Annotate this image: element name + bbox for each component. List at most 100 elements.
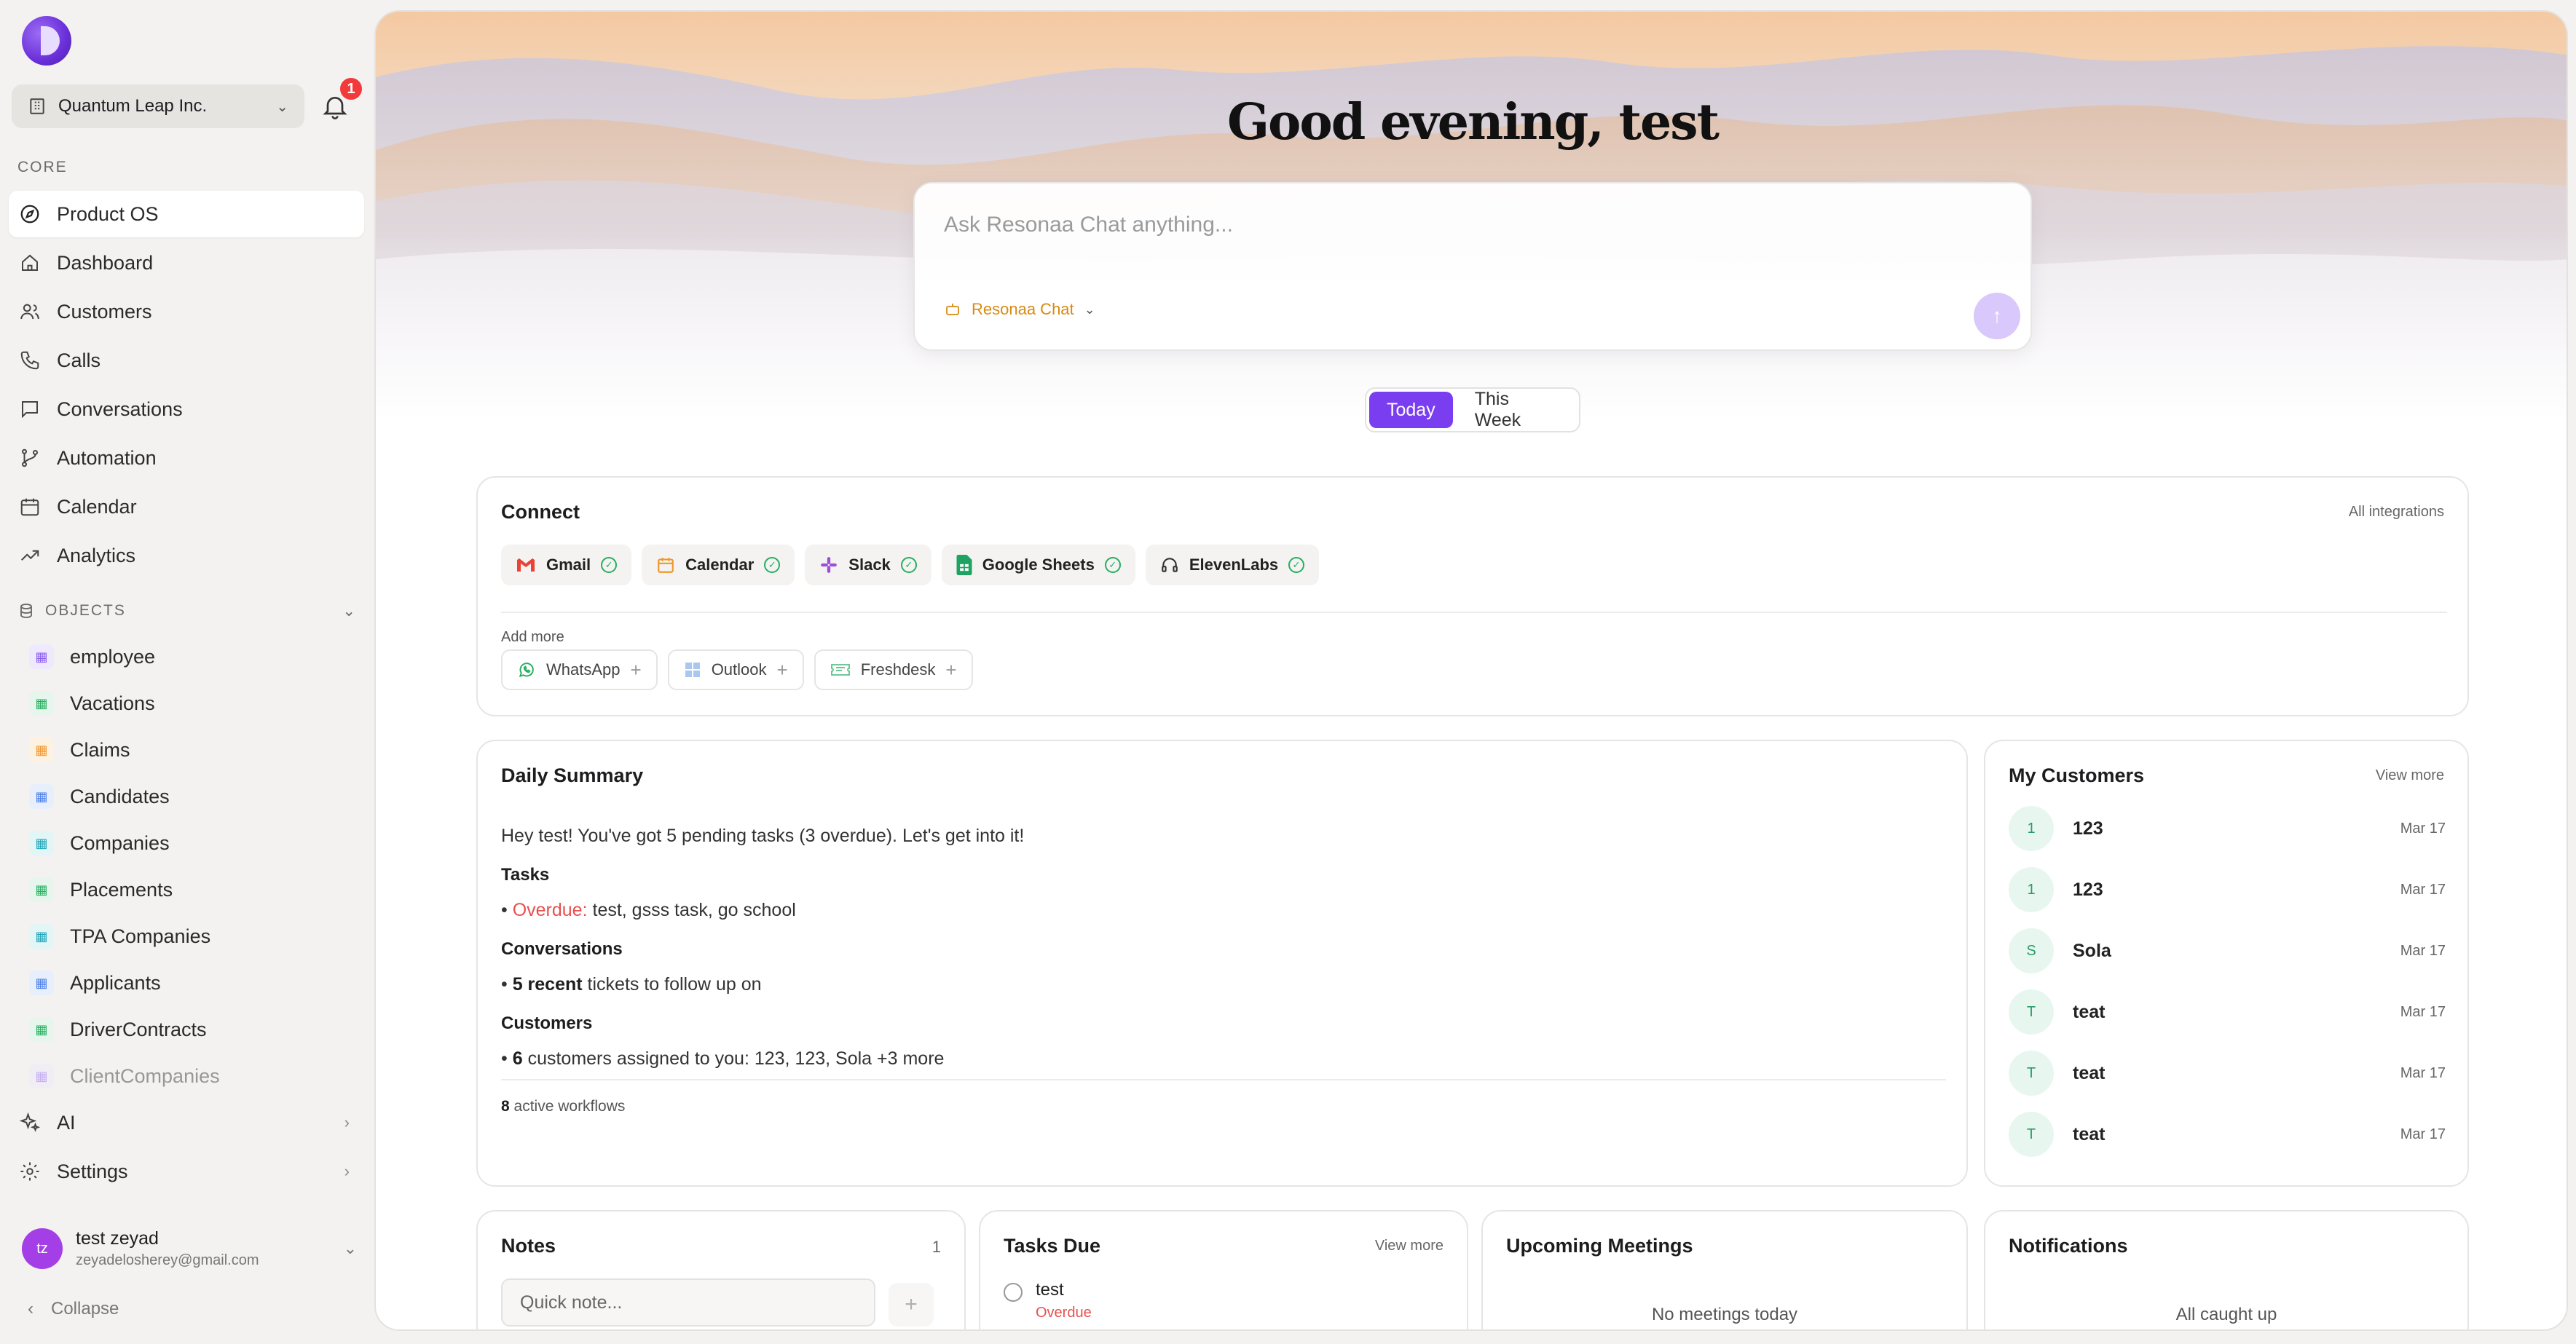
customer-row[interactable]: S Sola Mar 17	[2009, 928, 2446, 974]
object-icon: ▦	[29, 831, 54, 855]
period-week-button[interactable]: This Week	[1457, 389, 1576, 430]
object-item[interactable]: ▦ ClientCompanies	[29, 1053, 364, 1099]
customer-name: teat	[2073, 1001, 2106, 1022]
summary-conversations-line: • 5 recent tickets to follow up on	[501, 974, 762, 995]
nav-label: Analytics	[57, 544, 136, 566]
model-selector[interactable]: Resonaa Chat ⌄	[944, 300, 1095, 319]
notification-badge: 1	[338, 76, 364, 102]
ticket-icon	[830, 664, 850, 676]
notes-card: Notes 1 +	[476, 1210, 966, 1329]
nav-dashboard[interactable]: Dashboard	[9, 240, 364, 286]
object-icon: ▦	[29, 738, 54, 762]
add-note-button[interactable]: +	[889, 1283, 934, 1327]
customer-row[interactable]: 1 123 Mar 17	[2009, 805, 2446, 852]
customer-row[interactable]: Tteat Mar 17	[2009, 1111, 2446, 1158]
plus-icon: +	[776, 658, 788, 681]
tasks-due-title: Tasks Due	[1004, 1235, 1101, 1257]
object-label: employee	[70, 645, 156, 668]
object-item[interactable]: ▦ Placements	[29, 866, 364, 913]
customer-name: 123	[2073, 879, 2103, 900]
compass-icon	[20, 205, 39, 224]
customer-avatar: S	[2009, 928, 2054, 973]
object-item[interactable]: ▦ Vacations	[29, 680, 364, 727]
robot-icon	[946, 304, 959, 315]
my-customers-title: My Customers	[2009, 764, 2145, 786]
gear-icon	[20, 1162, 39, 1181]
task-item[interactable]: test Overdue	[1004, 1280, 1092, 1321]
object-item[interactable]: ▦ employee	[29, 633, 364, 680]
customer-avatar: 1	[2009, 806, 2054, 851]
nav-label: Conversations	[57, 398, 183, 420]
summary-title: Daily Summary	[501, 764, 644, 786]
nav-calls[interactable]: Calls	[9, 337, 364, 384]
summary-tasks-heading: Tasks	[501, 865, 550, 885]
app-logo[interactable]	[22, 16, 71, 66]
add-freshdesk[interactable]: Freshdesk +	[814, 649, 973, 690]
chat-icon	[22, 401, 38, 419]
integration-elevenlabs[interactable]: ElevenLabs ✓	[1145, 545, 1320, 585]
nav-label: Customers	[57, 300, 152, 323]
nav-customers[interactable]: Customers	[9, 288, 364, 335]
customer-name: Sola	[2073, 940, 2111, 961]
nav-automation[interactable]: Automation	[9, 435, 364, 481]
customer-name: teat	[2073, 1123, 2106, 1145]
integration-label: Google Sheets	[982, 556, 1095, 574]
arrow-up-icon: ↑	[1992, 304, 2002, 327]
calendar-icon	[20, 498, 39, 516]
integration-calendar[interactable]: Calendar ✓	[642, 545, 795, 585]
object-item[interactable]: ▦ Candidates	[29, 773, 364, 820]
nav-product-os[interactable]: Product OS	[9, 191, 364, 237]
customer-row[interactable]: 1 123 Mar 17	[2009, 866, 2446, 913]
user-menu[interactable]: tz test zeyad zeyadelosherey@gmail.com ⌄	[22, 1223, 357, 1274]
available-integrations: WhatsApp + Outlook + Freshdesk +	[501, 649, 973, 690]
object-item[interactable]: ▦ Claims	[29, 727, 364, 773]
add-more-label: Add more	[501, 629, 564, 645]
org-switcher[interactable]: Quantum Leap Inc. ⌄	[12, 84, 304, 128]
connected-integrations: Gmail ✓ Calendar ✓ Slack ✓ Google Sheets…	[501, 545, 1320, 585]
customer-avatar: T	[2009, 1051, 2054, 1096]
customers-view-more-link[interactable]: View more	[2376, 767, 2444, 784]
all-integrations-link[interactable]: All integrations	[2349, 504, 2444, 521]
nav-conversations[interactable]: Conversations	[9, 386, 364, 432]
add-whatsapp[interactable]: WhatsApp +	[501, 649, 658, 690]
chat-input[interactable]	[944, 213, 1891, 237]
object-item[interactable]: ▦ Applicants	[29, 960, 364, 1006]
quick-note-input[interactable]	[501, 1278, 875, 1327]
chevron-down-icon: ⌄	[1084, 301, 1095, 317]
object-icon: ▦	[29, 691, 54, 716]
collapse-button[interactable]: ‹ Collapse	[28, 1299, 119, 1319]
objects-section-toggle[interactable]: OBJECTS ⌄	[17, 598, 357, 623]
integration-google-sheets[interactable]: Google Sheets ✓	[941, 545, 1135, 585]
greeting-heading: Good evening, test	[1226, 93, 1720, 151]
add-outlook[interactable]: Outlook +	[667, 649, 804, 690]
send-button[interactable]: ↑	[1974, 293, 2020, 339]
object-label: Companies	[70, 831, 170, 854]
nav-settings[interactable]: Settings ›	[9, 1148, 364, 1195]
object-item[interactable]: ▦ TPA Companies	[29, 913, 364, 960]
customer-date: Mar 17	[2400, 1064, 2446, 1081]
summary-tasks-line: • Overdue: test, gsss task, go school	[501, 900, 796, 920]
object-item[interactable]: ▦ DriverContracts	[29, 1006, 364, 1053]
task-status: Overdue	[1036, 1305, 1092, 1321]
customer-date: Mar 17	[2400, 942, 2446, 959]
period-today-button[interactable]: Today	[1369, 392, 1453, 428]
integration-slack[interactable]: Slack ✓	[805, 545, 931, 585]
object-item[interactable]: ▦ Companies	[29, 820, 364, 866]
nav-analytics[interactable]: Analytics	[9, 532, 364, 579]
tasks-view-more-link[interactable]: View more	[1375, 1238, 1443, 1254]
nav-ai[interactable]: AI ›	[9, 1099, 364, 1146]
chevron-right-icon: ›	[344, 1113, 350, 1131]
task-checkbox[interactable]	[1004, 1283, 1023, 1302]
nav-calendar[interactable]: Calendar	[9, 483, 364, 530]
user-name: test zeyad	[76, 1228, 159, 1249]
nav-label: AI	[57, 1111, 76, 1134]
outlook-icon	[685, 663, 700, 677]
customer-row[interactable]: Tteat Mar 17	[2009, 989, 2446, 1035]
integration-gmail[interactable]: Gmail ✓	[501, 545, 632, 585]
upcoming-meetings-card: Upcoming Meetings No meetings today	[1481, 1210, 1968, 1329]
customer-row[interactable]: Tteat Mar 17	[2009, 1050, 2446, 1096]
object-label: Vacations	[70, 692, 155, 714]
chevron-down-icon: ⌄	[276, 98, 288, 115]
object-icon: ▦	[29, 877, 54, 902]
object-label: Candidates	[70, 785, 170, 807]
